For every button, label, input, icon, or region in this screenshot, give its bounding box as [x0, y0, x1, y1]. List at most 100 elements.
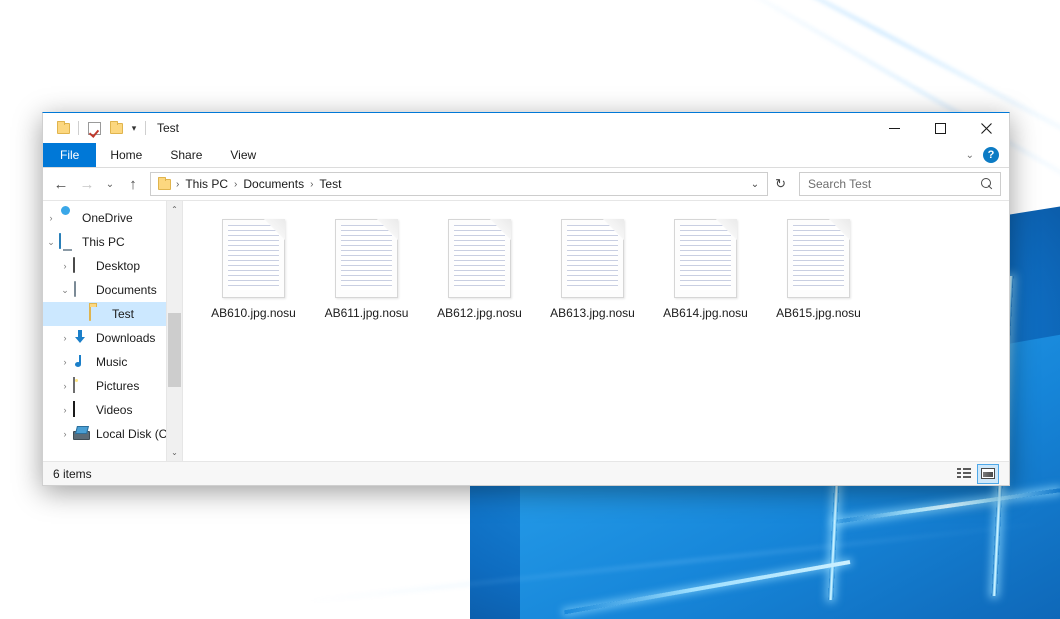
- sidebar-item-label: This PC: [82, 235, 125, 249]
- expander-icon[interactable]: ⌄: [57, 285, 73, 296]
- sidebar-item-downloads[interactable]: › Downloads: [43, 326, 182, 350]
- file-item[interactable]: AB612.jpg.nosu: [423, 215, 536, 340]
- sidebar-item-this-pc[interactable]: ⌄ This PC: [43, 230, 182, 254]
- scrollbar-track[interactable]: [167, 218, 182, 444]
- sidebar-item-label: Music: [96, 355, 127, 369]
- unknown-file-icon: [561, 219, 624, 298]
- details-view-icon: [957, 468, 971, 479]
- unknown-file-icon: [674, 219, 737, 298]
- properties-icon: [88, 122, 101, 135]
- sidebar-item-videos[interactable]: › Videos: [43, 398, 182, 422]
- pictures-icon: [73, 378, 91, 394]
- desktop: ▾ Test: [0, 0, 1060, 619]
- disk-icon: [73, 426, 91, 442]
- minimize-button[interactable]: [871, 113, 917, 143]
- new-folder-button[interactable]: [105, 117, 127, 139]
- videos-icon: [73, 402, 91, 418]
- back-button[interactable]: ←: [48, 172, 74, 196]
- ribbon-tabs: File Home Share View ⌄ ?: [43, 143, 1009, 168]
- sidebar-item-documents[interactable]: ⌄ Documents: [43, 278, 182, 302]
- tab-view[interactable]: View: [216, 143, 270, 167]
- expander-icon[interactable]: ›: [57, 405, 73, 415]
- view-toggle-group: [953, 464, 1005, 484]
- search-input[interactable]: Search Test: [808, 177, 981, 191]
- scroll-down-button[interactable]: ⌄: [167, 444, 182, 461]
- unknown-file-icon: [787, 219, 850, 298]
- sidebar-item-desktop[interactable]: › Desktop: [43, 254, 182, 278]
- sidebar-item-local-disk[interactable]: › Local Disk (C:): [43, 422, 182, 446]
- address-dropdown-icon[interactable]: ⌄: [745, 179, 765, 190]
- unknown-file-icon: [448, 219, 511, 298]
- expander-icon[interactable]: ⌄: [43, 237, 59, 248]
- item-count-label: 6 items: [53, 467, 92, 481]
- status-bar: 6 items: [43, 461, 1009, 485]
- close-button[interactable]: [963, 113, 1009, 143]
- file-item[interactable]: AB615.jpg.nosu: [762, 215, 875, 340]
- expander-icon[interactable]: ›: [57, 381, 73, 391]
- tab-home[interactable]: Home: [96, 143, 156, 167]
- window-title: Test: [157, 121, 179, 135]
- breadcrumb[interactable]: › This PC › Documents › Test ⌄: [150, 172, 768, 196]
- sidebar-item-pictures[interactable]: › Pictures: [43, 374, 182, 398]
- scrollbar-thumb[interactable]: [168, 313, 181, 388]
- expander-icon[interactable]: ›: [57, 261, 73, 271]
- file-list-pane[interactable]: AB610.jpg.nosu AB611.jpg.nosu AB612.jpg.…: [183, 201, 1009, 461]
- sidebar-item-onedrive[interactable]: › OneDrive: [43, 206, 182, 230]
- breadcrumb-item-test[interactable]: Test: [315, 174, 345, 194]
- window-controls: [871, 113, 1009, 143]
- file-item[interactable]: AB613.jpg.nosu: [536, 215, 649, 340]
- navigation-tree: › OneDrive ⌄ This PC › Desktop: [43, 201, 182, 446]
- tab-share[interactable]: Share: [156, 143, 216, 167]
- expander-icon[interactable]: ›: [57, 429, 73, 439]
- file-name-label: AB614.jpg.nosu: [663, 306, 748, 320]
- sidebar-item-music[interactable]: › Music: [43, 350, 182, 374]
- file-item[interactable]: AB611.jpg.nosu: [310, 215, 423, 340]
- breadcrumb-item-this-pc[interactable]: This PC: [181, 174, 232, 194]
- toolbar-divider: [145, 121, 146, 135]
- details-view-button[interactable]: [953, 464, 975, 484]
- file-grid: AB610.jpg.nosu AB611.jpg.nosu AB612.jpg.…: [197, 215, 1009, 340]
- expander-icon[interactable]: ›: [57, 357, 73, 367]
- search-box[interactable]: Search Test: [799, 172, 1001, 196]
- chevron-down-icon[interactable]: ▾: [127, 124, 141, 133]
- up-button[interactable]: ↑: [120, 172, 146, 196]
- sidebar-item-label: OneDrive: [82, 211, 133, 225]
- tab-file[interactable]: File: [43, 143, 96, 167]
- ribbon-right-controls: ⌄ ?: [966, 143, 1009, 167]
- quick-access-folder-button[interactable]: [52, 117, 74, 139]
- forward-button[interactable]: →: [74, 172, 100, 196]
- scroll-up-button[interactable]: ⌃: [167, 201, 182, 218]
- desktop-icon: [73, 258, 91, 274]
- search-icon: [981, 178, 994, 191]
- expand-ribbon-icon[interactable]: ⌄: [966, 150, 974, 161]
- sidebar-item-label: Pictures: [96, 379, 139, 393]
- expander-icon[interactable]: ›: [57, 333, 73, 343]
- cloud-icon: [59, 210, 77, 226]
- refresh-button[interactable]: ↻: [768, 176, 793, 192]
- sidebar-item-label: Documents: [96, 283, 157, 297]
- maximize-button[interactable]: [917, 113, 963, 143]
- expander-icon[interactable]: ›: [43, 213, 59, 223]
- monitor-icon: [59, 234, 77, 250]
- sidebar-item-label: Local Disk (C:): [96, 427, 175, 441]
- download-icon: [73, 330, 91, 346]
- breadcrumb-item-documents[interactable]: Documents: [239, 174, 308, 194]
- music-icon: [73, 354, 91, 370]
- sidebar-item-label: Desktop: [96, 259, 140, 273]
- file-item[interactable]: AB614.jpg.nosu: [649, 215, 762, 340]
- minimize-icon: [889, 123, 900, 134]
- recent-locations-button[interactable]: ⌄: [100, 172, 120, 196]
- file-item[interactable]: AB610.jpg.nosu: [197, 215, 310, 340]
- maximize-icon: [935, 123, 946, 134]
- navigation-scrollbar[interactable]: ⌃ ⌄: [166, 201, 182, 461]
- help-icon[interactable]: ?: [983, 147, 999, 163]
- file-name-label: AB612.jpg.nosu: [437, 306, 522, 320]
- sidebar-item-test[interactable]: Test: [43, 302, 182, 326]
- address-bar: ← → ⌄ ↑ › This PC › Documents › Test ⌄ ↻…: [43, 168, 1009, 200]
- navigation-pane: › OneDrive ⌄ This PC › Desktop: [43, 201, 183, 461]
- breadcrumb-separator: ›: [174, 179, 181, 190]
- file-name-label: AB615.jpg.nosu: [776, 306, 861, 320]
- breadcrumb-separator: ›: [308, 179, 315, 190]
- properties-button[interactable]: [83, 117, 105, 139]
- large-icons-view-button[interactable]: [977, 464, 999, 484]
